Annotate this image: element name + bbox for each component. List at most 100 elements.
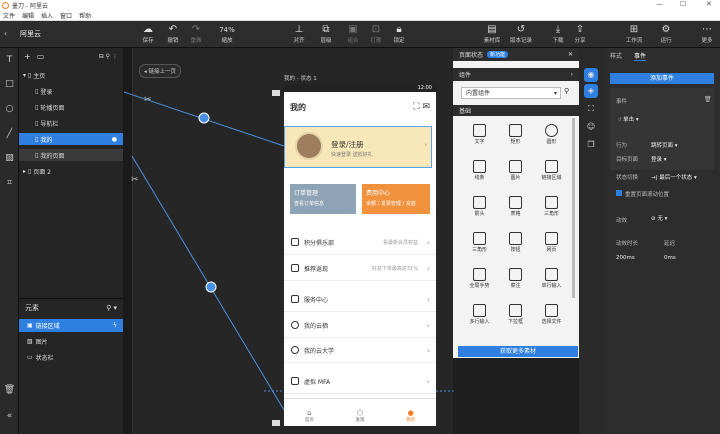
switch-value[interactable]: →| 最后一个状态 ▾	[651, 173, 697, 181]
table-icon	[509, 196, 522, 209]
text-icon	[473, 124, 486, 137]
phone-artboard[interactable]: 12:00 我的 ⛶ ✉ 登录/注册 快速登录 送抵好礼 › 订单管理 查看订单…	[284, 84, 436, 426]
gesture-widget[interactable]: 全局手势	[463, 266, 496, 298]
scrollbar[interactable]	[572, 118, 575, 298]
phone-title: 我的	[290, 102, 306, 112]
line-icon	[473, 160, 486, 173]
close-icon[interactable]: ✕	[568, 51, 573, 58]
page-state-icon[interactable]: ◉	[584, 68, 598, 82]
tab-mine[interactable]: ● 我的	[385, 399, 436, 426]
dropdown-widget[interactable]: 下拉框	[499, 302, 532, 334]
login-banner[interactable]: 登录/注册 快速登录 送抵好礼 ›	[284, 126, 432, 168]
webpage-widget[interactable]: 网页	[535, 230, 568, 262]
keep-scroll-checkbox[interactable]	[616, 190, 622, 196]
search-icon[interactable]: ⚲	[564, 87, 569, 95]
chevron-down-icon: ▾	[553, 90, 557, 97]
chevron-right-icon: ›	[426, 263, 430, 273]
image-icon	[509, 160, 522, 173]
menu-item-points[interactable]: 积分俱乐部 看最新会员权益 ›	[284, 230, 436, 255]
duration-value[interactable]: 200ms	[616, 255, 635, 261]
image-widget[interactable]: 图片	[499, 158, 532, 190]
graduation-icon	[291, 346, 299, 354]
side-icon-strip: ◉ ◈ ⛶ ☺ ❐	[579, 48, 604, 434]
chevron-right-icon: ›	[426, 320, 430, 330]
table-widget[interactable]: 表格	[499, 194, 532, 226]
menu-item-yunqi[interactable]: 我的云栖 ›	[284, 313, 436, 338]
menu-item-service[interactable]: 服务中心 ›	[284, 287, 436, 312]
target-value[interactable]: 登录 ▾	[651, 155, 667, 163]
service-icon	[291, 295, 299, 303]
home-icon: ⌂	[307, 409, 312, 417]
delete-event-icon[interactable]: 🗑︎	[704, 96, 712, 103]
chevron-right-icon: ›	[426, 294, 430, 304]
components-icon[interactable]: ◈	[584, 84, 598, 98]
tab-style[interactable]: 样式	[610, 51, 622, 60]
order-card[interactable]: 订单管理 查看订单信息	[290, 184, 356, 214]
webpage-icon	[545, 232, 558, 245]
login-title: 登录/注册	[331, 140, 364, 149]
fee-card[interactable]: 费用中心 余额 / 发票管理 / 充值	[362, 184, 430, 214]
note-widget[interactable]: 菜注	[499, 266, 532, 298]
tab-home[interactable]: ⌂ 首页	[284, 399, 335, 426]
anim-value[interactable]: ⊘ 无 ▾	[651, 214, 667, 222]
emoji-icon[interactable]: ☺	[584, 120, 598, 134]
chevron-right-icon: ›	[426, 237, 430, 247]
chevron-right-icon: ›	[426, 376, 430, 386]
link-area-widget[interactable]: 链接区域	[535, 158, 568, 190]
rectangle-icon	[509, 124, 522, 137]
scissor-icon: ✂	[144, 95, 152, 105]
delay-value[interactable]: 0ms	[664, 255, 676, 261]
circle-icon	[545, 124, 558, 137]
event-label: 事件	[616, 99, 628, 105]
tab-discover[interactable]: ⬡ 发现	[335, 399, 386, 426]
copy-icon[interactable]: ❐	[584, 138, 598, 152]
connector-node-icon	[205, 281, 217, 293]
button-widget[interactable]: 按钮	[499, 230, 532, 262]
single-input-widget[interactable]: 单行输入	[535, 266, 568, 298]
multi-input-icon	[473, 304, 486, 317]
new-feature-badge[interactable]: 新功能	[487, 51, 509, 58]
menu-item-mfa[interactable]: 虚拟 MFA ›	[284, 369, 436, 394]
line-widget[interactable]: 线条	[463, 158, 496, 190]
chevron-right-icon: ›	[424, 141, 427, 149]
add-event-button[interactable]: 添加事件	[610, 73, 714, 84]
phone-header: 我的 ⛶ ✉	[284, 92, 436, 122]
discover-icon: ⬡	[356, 409, 364, 417]
phone-status-bar: 12:00	[284, 84, 436, 92]
triangle-icon	[545, 196, 558, 209]
dropdown-icon	[509, 304, 522, 317]
tab-event[interactable]: 事件	[634, 51, 647, 61]
frame-icon[interactable]: ⛶	[584, 102, 598, 116]
event-value[interactable]: ☝ 单击 ▾	[618, 115, 639, 123]
connector-node-icon	[198, 112, 210, 124]
component-dropdown[interactable]: 内置组件 ▾	[461, 87, 561, 99]
multi-input-widget[interactable]: 多行输入	[463, 302, 496, 334]
basic-section[interactable]: 基础	[453, 105, 579, 116]
action-value[interactable]: 跳转页面 ▾	[651, 141, 678, 149]
note-icon	[509, 268, 522, 281]
menu-item-university[interactable]: 我的云大学 ›	[284, 338, 436, 363]
menu-item-cashback[interactable]: 推荐返现 好友下单最高返31% ›	[284, 256, 436, 281]
triangle-widget[interactable]: 三角形	[535, 194, 568, 226]
button-icon	[509, 232, 522, 245]
avatar	[295, 132, 323, 160]
keep-scroll-label: 重置页面滚动位置	[625, 192, 670, 198]
components-section[interactable]: 组件 ›	[453, 68, 579, 81]
scan-mail-icons[interactable]: ⛶ ✉	[413, 102, 430, 112]
circle-widget[interactable]: 圆形	[535, 122, 568, 154]
anim-label: 动效	[616, 218, 628, 224]
login-subtitle: 快速登录 送抵好礼	[331, 152, 373, 158]
arrow-widget[interactable]: 箭头	[463, 194, 496, 226]
rectangle-widget[interactable]: 矩形	[499, 122, 532, 154]
heart-icon	[291, 238, 299, 246]
get-more-materials-button[interactable]: 获取更多素材	[458, 346, 578, 357]
chevron-right-icon: ›	[570, 71, 573, 78]
arrow-icon	[473, 196, 486, 209]
duration-label: 动效时长	[616, 241, 639, 247]
action-label: 行为	[616, 143, 628, 149]
widget-panel: 页面状态 新功能 ✕ 组件 › 内置组件 ▾ ⚲ 基础 文字 矩形 圆形 线条 图片 链接区域…	[453, 48, 579, 358]
triangle2-widget[interactable]: 三角形	[463, 230, 496, 262]
text-widget[interactable]: 文字	[463, 122, 496, 154]
single-input-icon	[545, 268, 558, 281]
file-select-widget[interactable]: 选择文件	[535, 302, 568, 334]
